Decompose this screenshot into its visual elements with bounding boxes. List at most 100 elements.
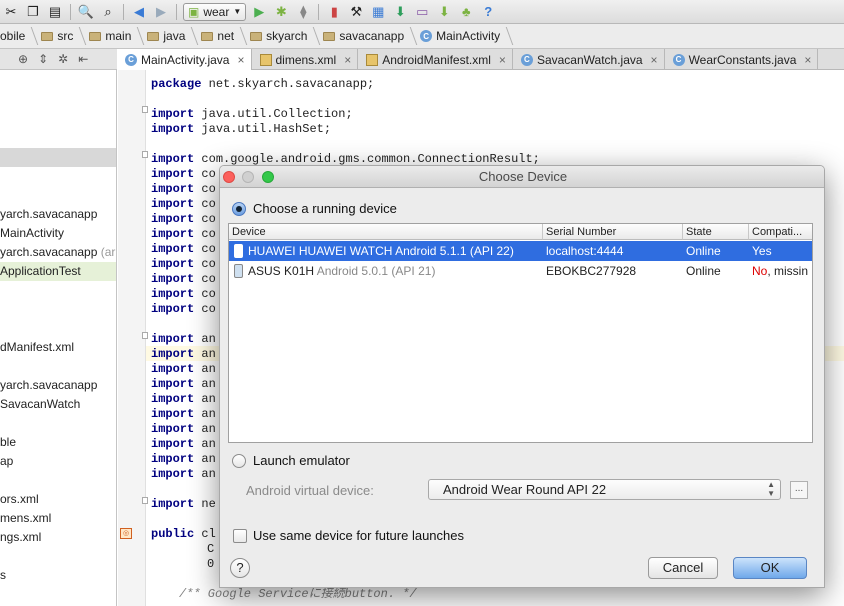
column-header-compatible[interactable]: Compati... <box>749 224 812 240</box>
breadcrumb-savacanapp[interactable]: savacanapp <box>317 24 414 49</box>
updown-arrows-icon: ▲ ▼ <box>767 480 775 498</box>
code-line: import co <box>151 212 216 226</box>
table-row[interactable]: HUAWEI HUAWEI WATCH Android 5.1.1 (API 2… <box>229 241 812 261</box>
table-row[interactable]: ASUS K01H Android 5.0.1 (API 21) EBOKBC2… <box>229 261 812 281</box>
code-line: import co <box>151 197 216 211</box>
state-cell: Online <box>686 244 721 258</box>
folder-icon <box>323 31 336 41</box>
tab-mainactivity[interactable]: C MainActivity.java × <box>117 49 252 70</box>
breadcrumb-skyarch[interactable]: skyarch <box>244 24 317 49</box>
phone-icon <box>234 264 243 278</box>
run-config-dropdown[interactable]: ▣ wear ▼ <box>183 2 247 21</box>
tab-androidmanifest[interactable]: AndroidManifest.xml × <box>358 49 513 70</box>
tree-item[interactable]: yarch.savacanapp (ar <box>0 243 115 262</box>
breadcrumb-label: MainActivity <box>436 29 501 43</box>
tree-item[interactable]: mens.xml <box>0 509 51 528</box>
breadcrumb-module[interactable]: obile <box>0 24 35 49</box>
close-window-icon[interactable] <box>223 171 235 183</box>
breadcrumb-mainactivity[interactable]: C MainActivity <box>414 24 510 49</box>
tree-item[interactable]: ap <box>0 452 13 471</box>
compatible-cell: No, missin <box>752 264 809 278</box>
close-icon[interactable]: × <box>237 53 244 67</box>
avd-select[interactable]: Android Wear Round API 22 ▲ ▼ <box>428 479 781 500</box>
column-header-serial[interactable]: Serial Number <box>543 224 683 240</box>
structure-icon[interactable]: ▦ <box>369 3 387 21</box>
zoom-window-icon[interactable] <box>262 171 274 183</box>
paste-icon[interactable]: ▤ <box>46 3 64 21</box>
android-monitor-icon[interactable]: ⬇ <box>391 3 409 21</box>
android-icon[interactable]: ♣ <box>457 3 475 21</box>
debug-icon[interactable]: ✱ <box>272 3 290 21</box>
column-header-device[interactable]: Device <box>229 224 543 240</box>
future-launches-label: Use same device for future launches <box>253 528 464 543</box>
breadcrumb-label: main <box>105 29 132 43</box>
tab-savacanwatch[interactable]: C SavacanWatch.java × <box>513 49 665 70</box>
replace-icon[interactable]: ⌕ <box>99 3 117 21</box>
code-line: import co <box>151 242 216 256</box>
tree-item[interactable]: yarch.savacanapp <box>0 376 97 395</box>
minimize-window-icon[interactable] <box>242 171 254 183</box>
breadcrumb-java[interactable]: java <box>141 24 195 49</box>
folder-icon <box>41 31 54 41</box>
tree-item[interactable]: SavacanWatch <box>0 395 80 414</box>
close-icon[interactable]: × <box>804 53 811 67</box>
collapse-icon[interactable]: ⇕ <box>38 52 48 66</box>
code-line: import co <box>151 302 216 316</box>
close-icon[interactable]: × <box>499 53 506 67</box>
gear-icon[interactable]: ✲ <box>58 52 68 66</box>
xml-file-icon <box>366 53 379 66</box>
tree-item[interactable]: dManifest.xml <box>0 338 74 357</box>
tree-item[interactable]: yarch.savacanapp <box>0 205 97 224</box>
close-icon[interactable]: × <box>344 53 351 67</box>
attach-debugger-icon[interactable]: ⧫ <box>294 3 312 21</box>
avd-more-button[interactable]: ... <box>790 481 808 499</box>
sdk-download-icon[interactable]: ⬇ <box>435 3 453 21</box>
code-line: import co <box>151 272 216 286</box>
forward-icon[interactable]: ▶ <box>152 3 170 21</box>
target-icon[interactable]: ⊕ <box>18 52 28 66</box>
code-line: C <box>207 542 215 556</box>
tab-dimens[interactable]: dimens.xml × <box>252 49 359 70</box>
tab-wearconstants[interactable]: C WearConstants.java × <box>665 49 819 70</box>
find-icon[interactable]: 🔍 <box>77 3 95 21</box>
cut-icon[interactable]: ✂ <box>2 3 20 21</box>
breadcrumb-label: obile <box>0 29 26 43</box>
avd-selected-value: Android Wear Round API 22 <box>443 482 607 497</box>
running-device-radio[interactable] <box>232 202 246 216</box>
hide-icon[interactable]: ⇤ <box>78 52 88 66</box>
help-icon[interactable]: ? <box>479 3 497 21</box>
copy-icon[interactable]: ❐ <box>24 3 42 21</box>
tree-item[interactable]: s <box>0 566 6 585</box>
code-line: import an <box>151 437 216 451</box>
folder-icon <box>201 31 214 41</box>
tree-item[interactable]: MainActivity <box>0 224 64 243</box>
close-icon[interactable]: × <box>651 53 658 67</box>
future-launches-checkbox[interactable] <box>233 529 247 543</box>
dialog-titlebar: Choose Device <box>220 166 824 188</box>
run-icon[interactable]: ▶ <box>250 3 268 21</box>
editor-tabs: C MainActivity.java × dimens.xml × Andro… <box>117 49 844 70</box>
sdk-manager-icon[interactable]: ⚒ <box>347 3 365 21</box>
ok-button[interactable]: OK <box>733 557 807 579</box>
avd-manager-icon[interactable]: ▭ <box>413 3 431 21</box>
breadcrumb-label: net <box>217 29 235 43</box>
sync-icon[interactable]: ▮ <box>325 3 343 21</box>
tree-item[interactable]: ApplicationTest <box>0 262 116 281</box>
breadcrumb-src[interactable]: src <box>35 24 83 49</box>
tree-item[interactable]: ors.xml <box>0 490 39 509</box>
tree-selection <box>0 148 116 167</box>
breadcrumb-main[interactable]: main <box>83 24 141 49</box>
override-marker-icon[interactable]: ◎ <box>120 528 132 539</box>
tree-item[interactable]: ble <box>0 433 16 452</box>
help-button[interactable]: ? <box>230 558 250 578</box>
tree-item[interactable]: ngs.xml <box>0 528 41 547</box>
launch-emulator-radio[interactable] <box>232 454 246 468</box>
breadcrumb-net[interactable]: net <box>195 24 244 49</box>
device-name-cell: ASUS K01H Android 5.0.1 (API 21) <box>248 264 436 278</box>
folder-icon <box>250 31 263 41</box>
state-cell: Online <box>686 264 721 278</box>
back-icon[interactable]: ◀ <box>130 3 148 21</box>
cancel-button[interactable]: Cancel <box>648 557 718 579</box>
column-header-state[interactable]: State <box>683 224 749 240</box>
code-line: package net.skyarch.savacanapp; <box>151 77 375 91</box>
